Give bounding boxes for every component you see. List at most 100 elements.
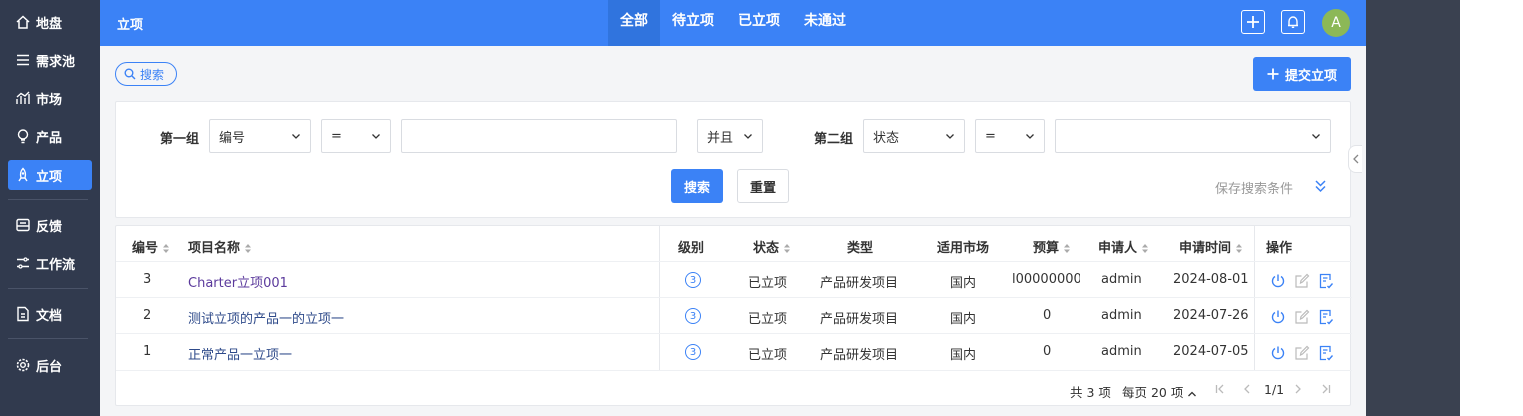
collapse-panel-tab[interactable] [1348,145,1362,173]
sidebar-item-market[interactable]: 市场 [8,83,92,113]
sidebar-item-label: 反馈 [36,219,63,235]
pager-per-page[interactable]: 每页 20 项 [1122,382,1197,401]
header-name-label: 项目名称 [188,241,241,256]
review-icon[interactable] [1318,273,1334,289]
row-divider [116,261,1352,262]
search-button[interactable]: 搜索 [671,169,723,203]
header-applicant[interactable]: 申请人 [1098,237,1149,256]
sort-icon [1236,244,1243,253]
pager-total: 共 3 项 [1070,385,1111,400]
add-button[interactable] [1241,10,1265,34]
cell-status: 已立项 [748,312,788,327]
group1-value-input[interactable] [401,119,677,153]
header-status-label: 状态 [753,241,780,256]
reset-button[interactable]: 重置 [737,169,789,203]
header-date[interactable]: 申请时间 [1179,237,1243,256]
power-icon[interactable] [1270,345,1286,361]
sidebar-item-workflow[interactable]: 工作流 [8,248,92,278]
page-title: 立项 [117,18,144,33]
sort-icon [163,244,170,253]
group1-field-select[interactable]: 编号 [209,119,311,153]
next-page-icon[interactable] [1292,383,1304,395]
header-budget[interactable]: 预算 [1033,237,1071,256]
chevron-up-icon [1188,391,1197,396]
cell-type: 产品研发项目 [820,276,899,291]
header-date-label: 申请时间 [1179,241,1232,256]
edit-icon[interactable] [1294,345,1310,361]
plus-icon [1247,16,1259,28]
edit-icon[interactable] [1294,273,1310,289]
group2-operator-select[interactable]: = [975,119,1045,153]
group1-label: 第一组 [160,132,200,147]
tab-all[interactable]: 全部 [608,0,660,46]
sidebar-item-dashboard[interactable]: 地盘 [8,7,92,37]
double-chevron-down-icon[interactable] [1314,179,1327,193]
search-toggle-button[interactable]: 搜索 [115,62,177,86]
project-name-link[interactable]: 正常产品一立项一 [188,344,292,363]
project-name-link[interactable]: Charter立项001 [188,272,288,291]
search-toggle-label: 搜索 [140,67,165,82]
cell-id: 2 [143,308,152,323]
cell-applicant: admin [1101,308,1142,323]
review-icon[interactable] [1318,345,1334,361]
edit-icon[interactable] [1294,309,1310,325]
sort-icon [1142,244,1149,253]
cell-id: 3 [143,272,152,287]
logic-select[interactable]: 并且 [697,119,763,153]
chevron-down-icon [1026,134,1034,139]
sidebar-item-requirements[interactable]: 需求池 [8,45,92,75]
search-icon [124,68,136,80]
tab-pending[interactable]: 待立项 [666,0,720,46]
cell-applicant: admin [1101,344,1142,359]
sidebar-item-docs[interactable]: 文档 [8,299,92,329]
review-icon[interactable] [1318,309,1334,325]
sidebar-item-initiation[interactable]: 立项 [8,160,92,190]
sidebar-item-label: 市场 [36,92,63,108]
plus-icon [1267,68,1279,80]
row-divider [116,297,1352,298]
notification-button[interactable] [1281,10,1305,34]
pager-page: 1/1 [1264,382,1285,397]
save-search-link[interactable]: 保存搜索条件 [1215,178,1293,197]
gear-icon [16,358,30,372]
cell-status: 已立项 [748,276,788,291]
cell-date: 2024-07-26 [1173,308,1249,323]
project-name-link[interactable]: 测试立项的产品一的立项一 [188,308,344,327]
feedback-icon [16,218,30,232]
document-icon [17,306,29,322]
header-market: 适用市场 [937,241,990,256]
workflow-icon [17,257,29,269]
avatar[interactable]: A [1322,9,1350,37]
group2-field-select[interactable]: 状态 [863,119,965,153]
first-page-icon[interactable] [1214,383,1226,395]
header-name[interactable]: 项目名称 [188,237,252,256]
last-page-icon[interactable] [1320,383,1332,395]
menu-icon [17,54,29,66]
submit-label: 提交立项 [1284,68,1337,84]
header-ops: 操作 [1266,241,1293,256]
tab-rejected[interactable]: 未通过 [798,0,852,46]
per-page-label: 每页 20 项 [1122,385,1184,400]
sidebar-divider [8,199,88,200]
row-divider [116,370,1352,371]
submit-initiation-button[interactable]: 提交立项 [1253,57,1351,91]
group1-operator-select[interactable]: = [321,119,391,153]
sidebar-item-feedback[interactable]: 反馈 [8,210,92,240]
cell-date: 2024-08-01 [1173,272,1249,287]
power-icon[interactable] [1270,273,1286,289]
chevron-down-icon [1312,134,1320,139]
group2-value-select[interactable] [1055,119,1331,153]
tab-approved[interactable]: 已立项 [732,0,786,46]
sidebar-item-product[interactable]: 产品 [8,121,92,151]
cell-type: 产品研发项目 [820,312,899,327]
sidebar-item-label: 需求池 [36,54,76,70]
prev-page-icon[interactable] [1241,383,1253,395]
home-icon [16,15,30,29]
header-id[interactable]: 编号 [132,237,170,256]
sidebar-item-admin[interactable]: 后台 [8,350,92,380]
power-icon[interactable] [1270,309,1286,325]
header-status[interactable]: 状态 [753,237,791,256]
group1-operator-value: = [331,128,342,144]
top-bar: 立项 全部 待立项 已立项 未通过 A [100,0,1366,46]
header-applicant-label: 申请人 [1098,241,1138,256]
